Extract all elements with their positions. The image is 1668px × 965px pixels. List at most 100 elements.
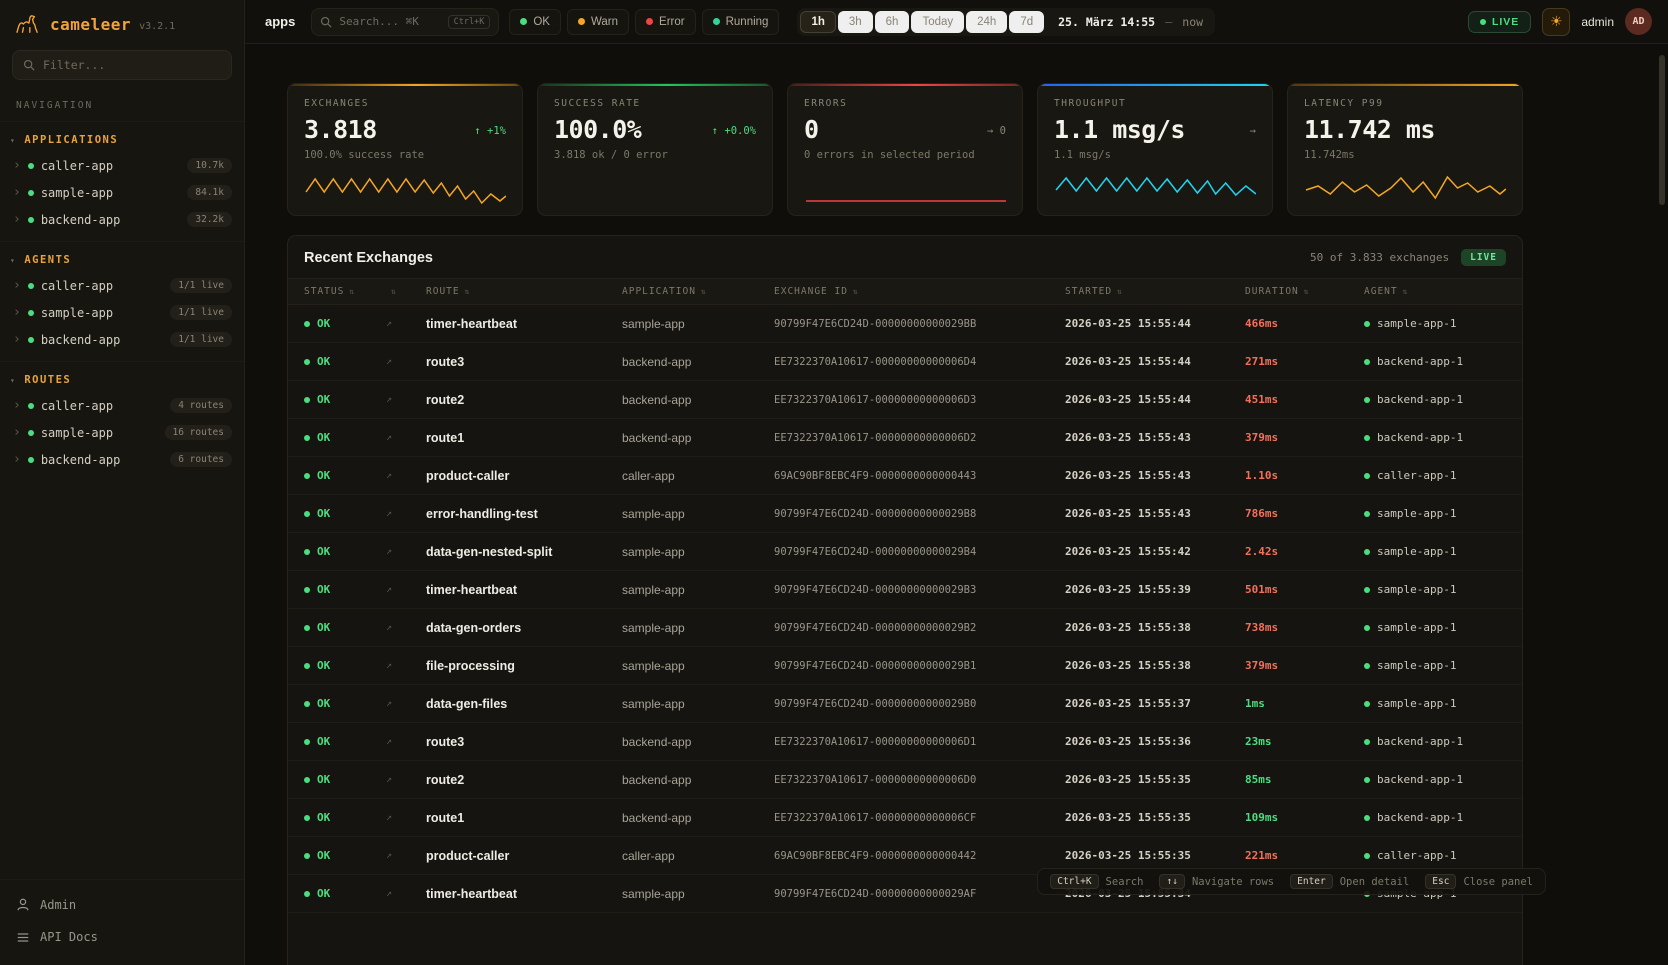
scrollbar-thumb[interactable] — [1659, 55, 1665, 205]
filter-button-ok[interactable]: OK — [509, 9, 561, 35]
route-name: route3 — [426, 735, 622, 749]
global-search[interactable]: Ctrl+K — [311, 8, 499, 36]
stat-card-errors[interactable]: ERRORS 0 → 0 0 errors in selected period — [787, 83, 1023, 216]
duration-value: 2.42s — [1245, 545, 1364, 558]
table-row[interactable]: OK ↗ timer-heartbeat sample-app 90799F47… — [288, 571, 1522, 609]
agent-name: backend-app-1 — [1377, 355, 1463, 368]
agent-cell: backend-app-1 — [1364, 773, 1506, 786]
sidebar-nav-item[interactable]: › sample-app 84.1k — [0, 179, 244, 206]
exchange-id: EE7322370A10617-00000000000006D1 — [774, 736, 1065, 748]
table-row[interactable]: OK ↗ data-gen-orders sample-app 90799F47… — [288, 609, 1522, 647]
exchange-id: 90799F47E6CD24D-00000000000029B8 — [774, 508, 1065, 520]
time-range-6h[interactable]: 6h — [875, 11, 910, 33]
table-row[interactable]: OK ↗ data-gen-files sample-app 90799F47E… — [288, 685, 1522, 723]
avatar[interactable]: AD — [1625, 8, 1652, 35]
column-header-status[interactable]: STATUS⇅ — [304, 286, 386, 297]
status-cell: OK — [304, 507, 386, 520]
table-row[interactable]: OK ↗ error-handling-test sample-app 9079… — [288, 495, 1522, 533]
time-range-24h[interactable]: 24h — [966, 11, 1007, 33]
search-input[interactable] — [339, 15, 440, 28]
nav-item-label: sample-app — [41, 186, 181, 200]
sidebar-nav-item[interactable]: › backend-app 6 routes — [0, 446, 244, 473]
column-header-agent[interactable]: AGENT⇅ — [1364, 286, 1506, 297]
column-header-application[interactable]: APPLICATION⇅ — [622, 286, 774, 297]
agent-name: backend-app-1 — [1377, 393, 1463, 406]
column-header-type[interactable]: ⇅ — [386, 287, 426, 296]
status-dot-icon — [28, 283, 34, 289]
nav-section-header[interactable]: ▾ ROUTES — [0, 368, 244, 392]
column-header-route[interactable]: ROUTE⇅ — [426, 286, 622, 297]
stat-trend: → — [1250, 125, 1256, 137]
status-cell: OK — [304, 545, 386, 558]
nav-section-header[interactable]: ▾ APPLICATIONS — [0, 128, 244, 152]
sidebar-item-api-docs[interactable]: API Docs — [0, 921, 244, 953]
table-row[interactable]: OK ↗ product-caller caller-app 69AC90BF8… — [288, 457, 1522, 495]
table-row[interactable]: OK ↗ timer-heartbeat sample-app 90799F47… — [288, 305, 1522, 343]
nav-item-label: sample-app — [41, 426, 158, 440]
live-toggle-button[interactable]: LIVE — [1468, 11, 1531, 33]
agent-cell: sample-app-1 — [1364, 697, 1506, 710]
status-label: OK — [317, 887, 330, 900]
filter-button-running[interactable]: Running — [702, 9, 780, 35]
live-dot-icon — [1480, 19, 1486, 25]
ok-dot-icon — [304, 359, 310, 365]
column-header-exchange-id[interactable]: EXCHANGE ID⇅ — [774, 286, 1065, 297]
stat-card-throughput[interactable]: THROUGHPUT 1.1 msg/s → 1.1 msg/s — [1037, 83, 1273, 216]
time-range-1h[interactable]: 1h — [800, 11, 835, 33]
duration-value: 379ms — [1245, 431, 1364, 444]
chevron-right-icon: › — [13, 279, 21, 292]
status-label: OK — [317, 659, 330, 672]
sidebar-nav-item[interactable]: › caller-app 1/1 live — [0, 272, 244, 299]
status-label: OK — [317, 697, 330, 710]
filter-button-error[interactable]: Error — [635, 9, 696, 35]
duration-value: 738ms — [1245, 621, 1364, 634]
application-name: caller-app — [622, 849, 774, 863]
time-range-today[interactable]: Today — [911, 11, 964, 33]
column-header-started[interactable]: STARTED⇅ — [1065, 286, 1245, 297]
duration-value: 221ms — [1245, 849, 1364, 862]
table-row[interactable]: OK ↗ route3 backend-app EE7322370A10617-… — [288, 343, 1522, 381]
table-row[interactable]: OK ↗ route1 backend-app EE7322370A10617-… — [288, 799, 1522, 837]
status-cell: OK — [304, 431, 386, 444]
sidebar-nav-item[interactable]: › sample-app 16 routes — [0, 419, 244, 446]
nav-item-label: backend-app — [41, 213, 181, 227]
theme-toggle-button[interactable]: ☀ — [1542, 8, 1570, 36]
sidebar-nav-item[interactable]: › backend-app 1/1 live — [0, 326, 244, 353]
nav-sections: ▾ APPLICATIONS › caller-app 10.7k › samp… — [0, 121, 244, 481]
sidebar-item-admin[interactable]: Admin — [0, 888, 244, 921]
logo: cameleer v3.2.1 — [0, 0, 244, 44]
sidebar-nav-item[interactable]: › sample-app 1/1 live — [0, 299, 244, 326]
nav-item-badge: 4 routes — [170, 398, 232, 413]
column-header-duration[interactable]: DURATION⇅ — [1245, 286, 1364, 297]
filter-label: Running — [726, 16, 769, 28]
nav-section-header[interactable]: ▾ AGENTS — [0, 248, 244, 272]
table-row[interactable]: OK ↗ file-processing sample-app 90799F47… — [288, 647, 1522, 685]
route-arrow-icon: ↗ — [386, 622, 426, 633]
route-name: route2 — [426, 393, 622, 407]
error-dot-icon — [646, 18, 653, 25]
time-range-7d[interactable]: 7d — [1009, 11, 1044, 33]
table-row[interactable]: OK ↗ data-gen-nested-split sample-app 90… — [288, 533, 1522, 571]
stat-card-latency[interactable]: LATENCY P99 11.742 ms 11.742ms — [1287, 83, 1523, 216]
ok-dot-icon — [304, 549, 310, 555]
stat-card-success-rate[interactable]: SUCCESS RATE 100.0% ↑ +0.0% 3.818 ok / 0… — [537, 83, 773, 216]
sidebar-nav-item[interactable]: › backend-app 32.2k — [0, 206, 244, 233]
sidebar-filter[interactable] — [12, 50, 232, 80]
sidebar-nav-item[interactable]: › caller-app 4 routes — [0, 392, 244, 419]
filter-button-warn[interactable]: Warn — [567, 9, 629, 35]
table-row[interactable]: OK ↗ route2 backend-app EE7322370A10617-… — [288, 381, 1522, 419]
started-timestamp: 2026-03-25 15:55:44 — [1065, 317, 1245, 330]
stat-card-exchanges[interactable]: EXCHANGES 3.818 ↑ +1% 100.0% success rat… — [287, 83, 523, 216]
time-range-3h[interactable]: 3h — [838, 11, 873, 33]
agent-name: backend-app-1 — [1377, 773, 1463, 786]
kbd-chip: ↑↓ — [1159, 874, 1184, 889]
table-row[interactable]: OK ↗ route1 backend-app EE7322370A10617-… — [288, 419, 1522, 457]
sidebar-nav-item[interactable]: › caller-app 10.7k — [0, 152, 244, 179]
table-row[interactable]: OK ↗ route2 backend-app EE7322370A10617-… — [288, 761, 1522, 799]
chevron-right-icon: › — [13, 333, 21, 346]
duration-value: 109ms — [1245, 811, 1364, 824]
filter-input[interactable] — [43, 58, 221, 72]
table-row[interactable]: OK ↗ route3 backend-app EE7322370A10617-… — [288, 723, 1522, 761]
username: admin — [1581, 15, 1614, 29]
exchange-id: EE7322370A10617-00000000000006D0 — [774, 774, 1065, 786]
